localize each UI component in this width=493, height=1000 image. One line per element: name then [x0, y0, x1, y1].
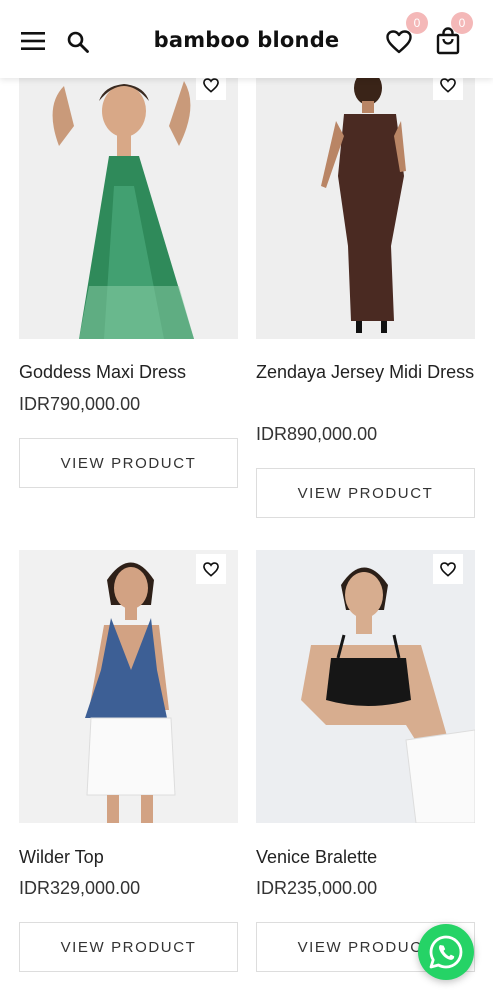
add-to-wishlist-button[interactable] [196, 554, 226, 584]
whatsapp-chat-button[interactable] [418, 924, 474, 980]
product-price: IDR329,000.00 [19, 878, 141, 898]
product-name[interactable]: Venice Bralette [256, 842, 475, 872]
product-image[interactable] [19, 550, 238, 823]
product-name[interactable]: Goddess Maxi Dress [19, 357, 238, 387]
view-product-button[interactable]: VIEW PRODUCT [256, 468, 475, 518]
product-price: IDR890,000.00 [256, 424, 378, 444]
top-header: bamboo blonde 0 0 [0, 0, 493, 78]
product-name[interactable]: Wilder Top [19, 842, 238, 872]
product-image[interactable] [256, 66, 475, 339]
product-name[interactable]: Zendaya Jersey Midi Dress [256, 357, 475, 387]
cart-count-badge: 0 [451, 12, 473, 34]
view-product-button[interactable]: VIEW PRODUCT [19, 438, 238, 488]
product-image[interactable] [256, 550, 475, 823]
wishlist-count-badge: 0 [406, 12, 428, 34]
whatsapp-icon [429, 935, 463, 969]
add-to-wishlist-button[interactable] [433, 554, 463, 584]
product-image[interactable] [19, 66, 238, 339]
product-price: IDR790,000.00 [19, 394, 141, 414]
product-price: IDR235,000.00 [256, 878, 378, 898]
view-product-button[interactable]: VIEW PRODUCT [19, 922, 238, 972]
